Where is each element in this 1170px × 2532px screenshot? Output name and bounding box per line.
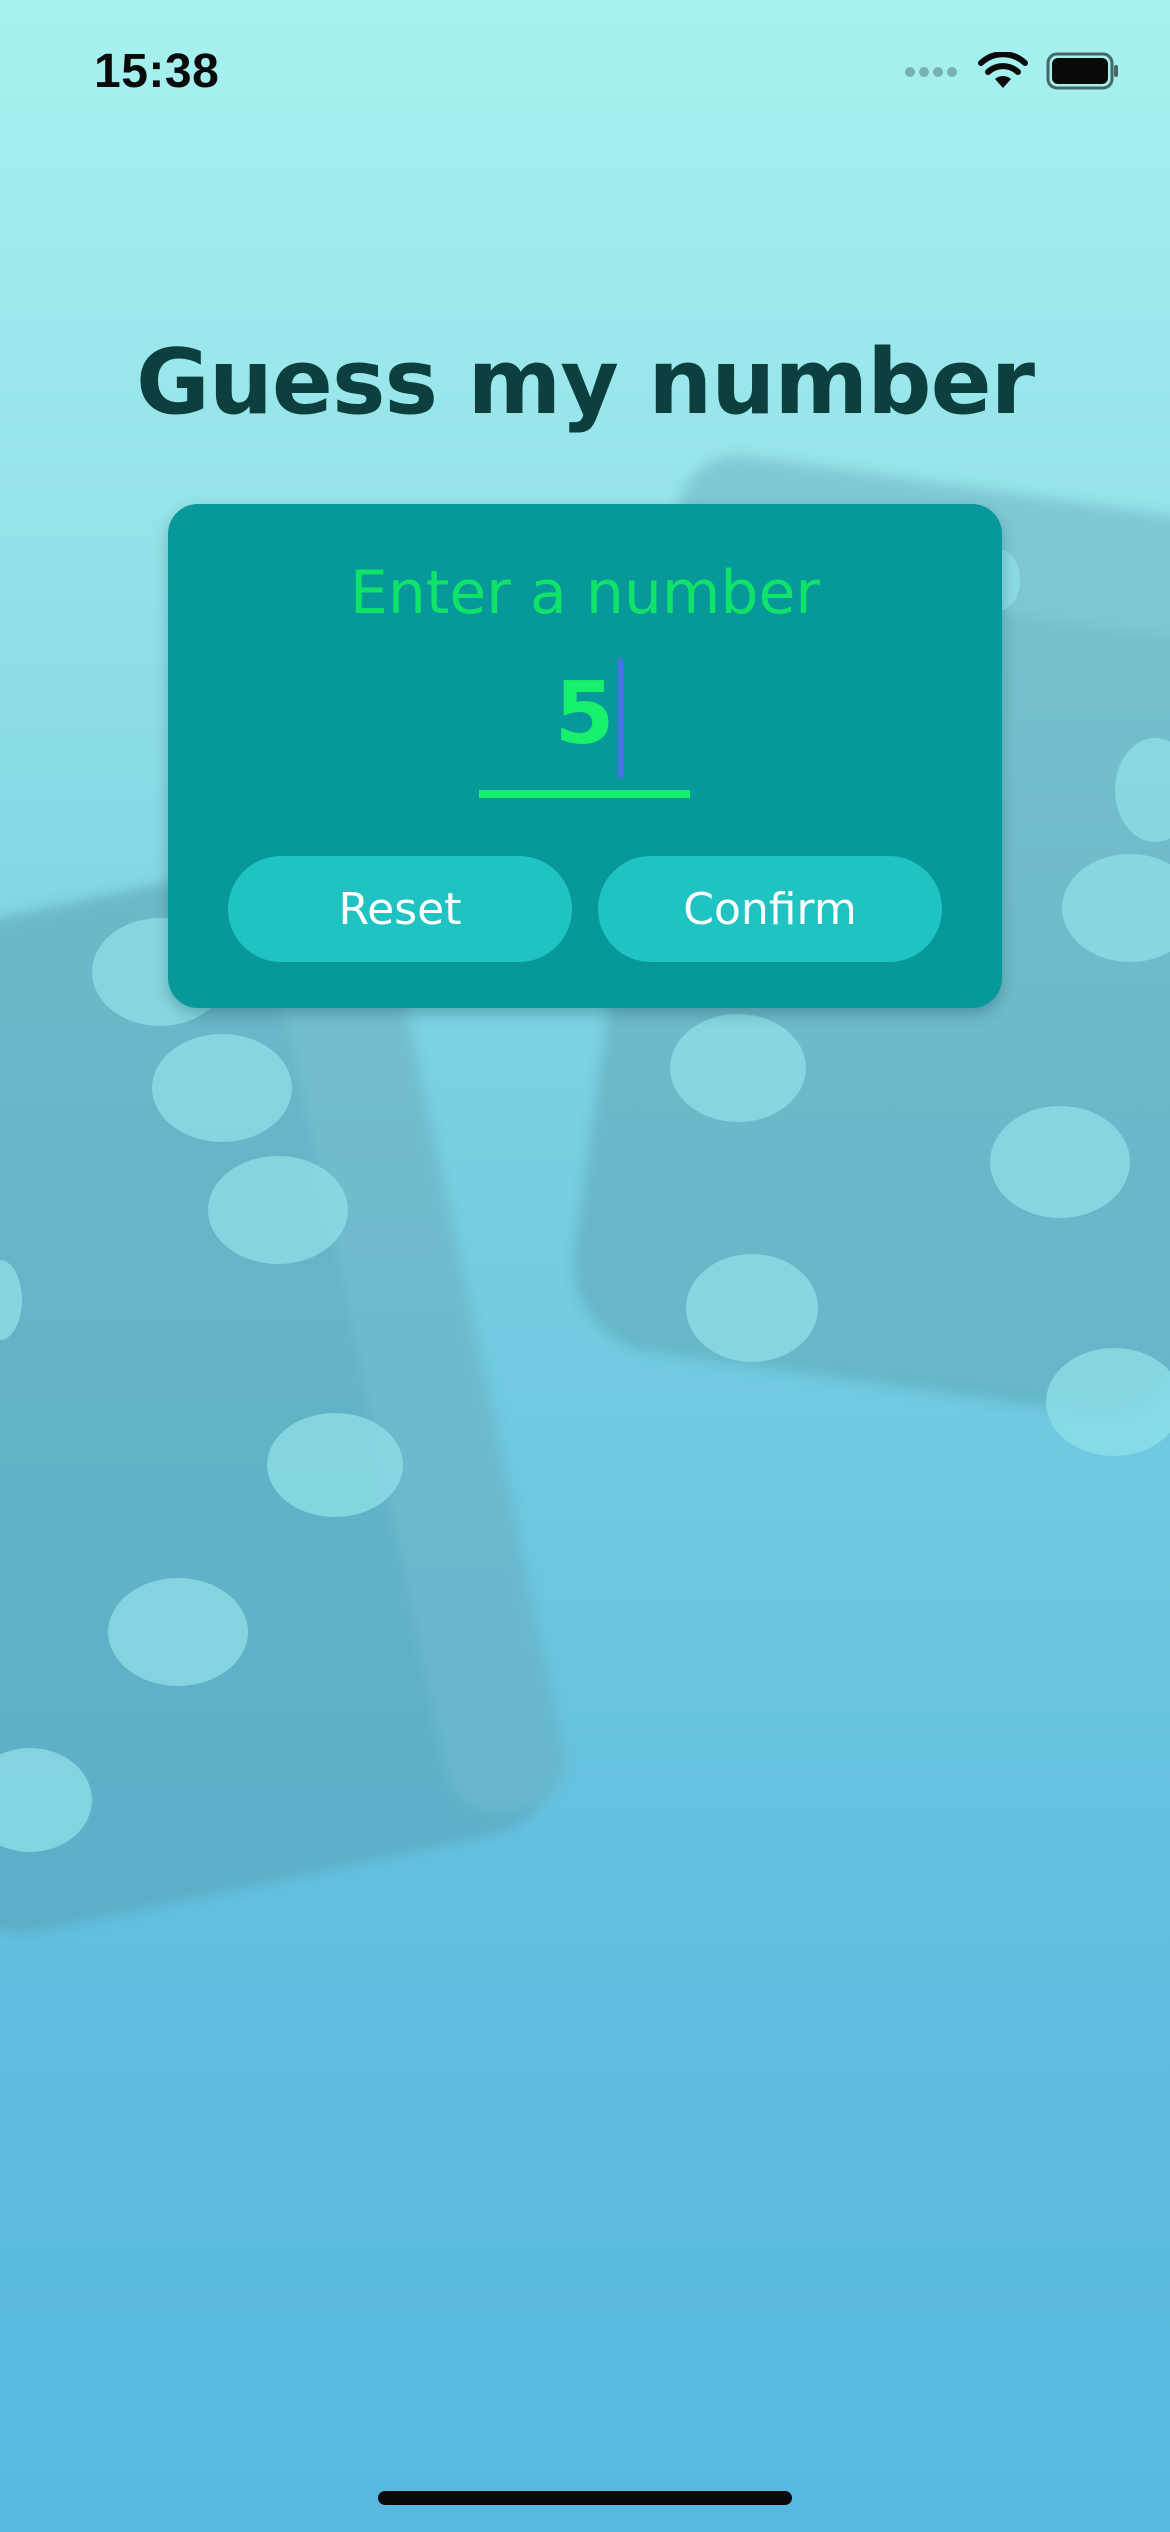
number-input[interactable]: 5 bbox=[479, 654, 690, 800]
status-bar: 15:38 bbox=[0, 0, 1170, 150]
battery-icon bbox=[1046, 52, 1120, 94]
text-cursor bbox=[618, 658, 623, 778]
confirm-button[interactable]: Confirm bbox=[598, 856, 942, 962]
number-input-value[interactable]: 5 bbox=[479, 664, 690, 764]
status-time: 15:38 bbox=[94, 45, 220, 98]
guess-input-card: Enter a number 5 Reset Confirm bbox=[168, 504, 1002, 1008]
enter-number-label: Enter a number bbox=[349, 558, 821, 628]
cellular-signal-icon bbox=[904, 64, 960, 83]
wifi-icon bbox=[978, 51, 1028, 94]
home-indicator[interactable] bbox=[378, 2491, 792, 2505]
reset-button[interactable]: Reset bbox=[228, 856, 572, 962]
input-underline bbox=[479, 790, 690, 798]
status-icons bbox=[904, 51, 1120, 94]
page-title: Guess my number bbox=[135, 330, 1035, 435]
